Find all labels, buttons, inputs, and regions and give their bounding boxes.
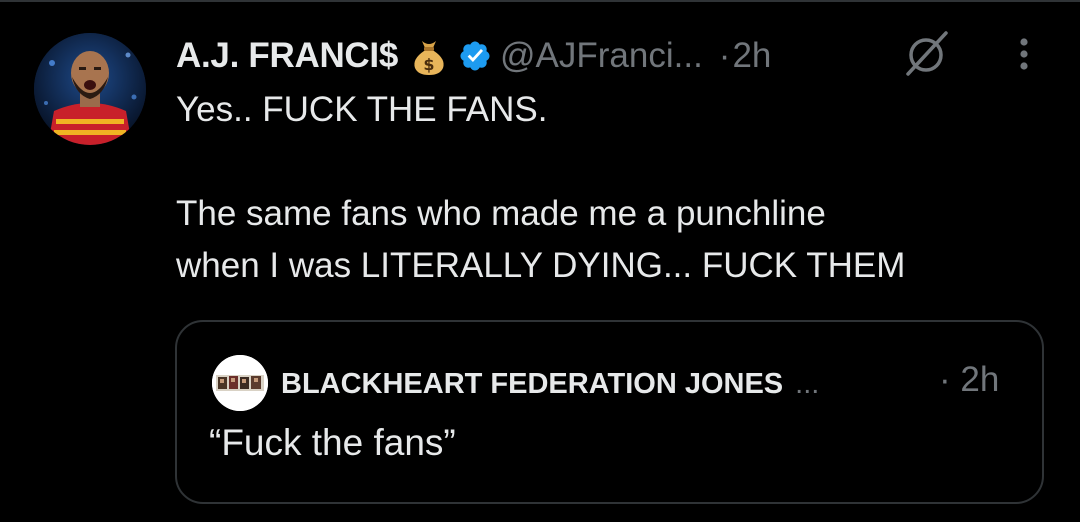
tweet-text-line: Yes.. FUCK THE FANS. bbox=[176, 90, 548, 129]
quoted-author-avatar-image bbox=[212, 355, 268, 411]
author-handle[interactable]: @AJFranci... bbox=[500, 36, 703, 76]
top-divider bbox=[0, 0, 1080, 2]
quoted-name-truncation: ... bbox=[795, 367, 820, 400]
author-avatar-image bbox=[34, 33, 146, 145]
tweet-text: Yes.. FUCK THE FANS. The same fans who m… bbox=[176, 84, 1036, 292]
quoted-author-avatar[interactable] bbox=[212, 355, 268, 411]
grok-icon[interactable] bbox=[900, 27, 952, 79]
quoted-tweet-card[interactable]: BLACKHEART FEDERATION JONES ... · 2h “Fu… bbox=[175, 320, 1044, 504]
tweet-timestamp[interactable]: 2h bbox=[732, 36, 771, 76]
quoted-tweet-text: “Fuck the fans” bbox=[209, 422, 456, 463]
more-options-icon[interactable] bbox=[1008, 34, 1040, 74]
quoted-tweet-timestamp[interactable]: · 2h bbox=[939, 360, 999, 400]
tweet-text-line: when I was LITERALLY DYING... FUCK THEM bbox=[176, 246, 906, 285]
money-bag-icon: $ bbox=[408, 35, 450, 77]
tweet-text-line: The same fans who made me a punchline bbox=[176, 194, 826, 233]
tweet-header: A.J. FRANCI$ $ @AJFranci... · 2h bbox=[176, 32, 771, 80]
verified-badge-icon[interactable] bbox=[458, 39, 492, 73]
author-display-name[interactable]: A.J. FRANCI$ bbox=[176, 36, 398, 76]
svg-text:$: $ bbox=[423, 55, 434, 74]
author-avatar[interactable] bbox=[34, 33, 146, 145]
meta-separator: · bbox=[718, 36, 731, 75]
quoted-author-display-name[interactable]: BLACKHEART FEDERATION JONES bbox=[281, 368, 783, 401]
quoted-tweet-header: BLACKHEART FEDERATION JONES ... bbox=[281, 362, 819, 406]
